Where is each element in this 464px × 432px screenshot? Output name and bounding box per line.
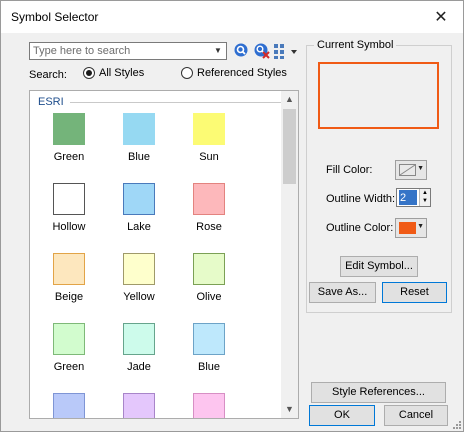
symbol-item-lilac[interactable] <box>107 393 167 418</box>
scroll-up-icon[interactable]: ▲ <box>281 91 298 108</box>
symbol-swatch <box>193 393 225 418</box>
referenced-styles-label: Referenced Styles <box>197 67 287 79</box>
symbol-swatch <box>123 393 155 418</box>
outline-color-swatch <box>399 222 416 234</box>
symbol-item-green[interactable]: Green <box>37 113 97 169</box>
symbol-swatch <box>193 183 225 215</box>
symbol-label: Hollow <box>52 221 86 233</box>
view-options-icon[interactable] <box>273 42 301 60</box>
reset-button[interactable]: Reset <box>382 282 447 303</box>
all-styles-radio[interactable]: All Styles <box>83 67 144 79</box>
all-styles-label: All Styles <box>99 67 145 79</box>
symbol-label: Jade <box>127 361 151 373</box>
symbol-item-blue[interactable]: Blue <box>107 113 167 169</box>
cancel-button[interactable]: Cancel <box>384 405 448 426</box>
current-symbol-title: Current Symbol <box>314 39 397 51</box>
symbol-item-rose[interactable]: Rose <box>177 183 237 239</box>
list-scrollbar[interactable]: ▲ ▼ <box>281 91 298 418</box>
current-symbol-preview <box>318 62 439 129</box>
symbol-swatch <box>53 253 85 285</box>
symbol-item-periwinkle[interactable] <box>37 393 97 418</box>
symbol-item-jade[interactable]: Jade <box>107 323 167 379</box>
spin-buttons[interactable]: ▲ ▼ <box>419 189 430 206</box>
scroll-down-icon[interactable]: ▼ <box>281 401 298 418</box>
symbol-label: Blue <box>127 151 151 163</box>
search-scope-label: Search: <box>29 69 67 81</box>
symbol-label: Rose <box>196 221 222 233</box>
symbol-label: Blue <box>197 361 221 373</box>
outline-color-label: Outline Color: <box>326 222 394 234</box>
symbol-swatch <box>193 323 225 355</box>
chevron-down-icon: ▼ <box>417 223 424 230</box>
window-title: Symbol Selector <box>11 10 99 24</box>
symbol-item-yellow[interactable]: Yellow <box>107 253 167 309</box>
symbol-label: Olive <box>196 291 222 303</box>
spin-up-icon[interactable]: ▲ <box>420 189 430 197</box>
symbol-swatch <box>53 183 85 215</box>
style-group-name: ESRI <box>38 96 64 108</box>
symbol-swatch <box>123 183 155 215</box>
search-input[interactable] <box>30 43 208 59</box>
style-group-header: ESRI <box>38 95 288 109</box>
symbol-label: Green <box>53 151 85 163</box>
radio-selected-icon <box>83 67 95 79</box>
outline-width-stepper[interactable]: ▲ ▼ <box>396 188 431 207</box>
outline-color-button[interactable]: ▼ <box>395 218 427 238</box>
symbol-item-blue-2[interactable]: Blue <box>177 323 237 379</box>
ok-button[interactable]: OK <box>309 405 375 426</box>
search-box[interactable]: ▼ <box>29 42 227 60</box>
no-color-icon <box>399 164 416 176</box>
close-button[interactable]: ✕ <box>419 1 463 32</box>
symbol-label: Yellow <box>123 291 155 303</box>
symbol-item-hollow[interactable]: Hollow <box>37 183 97 239</box>
symbol-label: Beige <box>54 291 84 303</box>
group-divider <box>69 101 288 103</box>
scrollbar-thumb[interactable] <box>283 109 296 184</box>
symbol-item-olive[interactable]: Olive <box>177 253 237 309</box>
symbol-swatch <box>193 253 225 285</box>
chevron-down-icon[interactable]: ▼ <box>212 45 224 57</box>
symbol-item-pink[interactable] <box>177 393 237 418</box>
save-as-button[interactable]: Save As... <box>309 282 376 303</box>
symbol-swatch <box>123 253 155 285</box>
symbol-label: Lake <box>127 221 151 233</box>
edit-symbol-button[interactable]: Edit Symbol... <box>340 256 418 277</box>
outline-width-input[interactable] <box>399 190 417 205</box>
close-icon: ✕ <box>434 8 448 26</box>
title-bar[interactable]: Symbol Selector ✕ <box>1 1 463 33</box>
symbol-item-sun[interactable]: Sun <box>177 113 237 169</box>
clear-search-icon[interactable] <box>253 42 271 60</box>
symbol-item-green-2[interactable]: Green <box>37 323 97 379</box>
referenced-styles-radio[interactable]: Referenced Styles <box>181 67 287 79</box>
symbol-swatch <box>123 113 155 145</box>
style-references-button[interactable]: Style References... <box>311 382 446 403</box>
symbol-list[interactable]: ESRI Green Blue Sun Hollow Lake Rose Bei… <box>29 90 299 419</box>
symbol-item-beige[interactable]: Beige <box>37 253 97 309</box>
fill-color-button[interactable]: ▼ <box>395 160 427 180</box>
symbol-swatch <box>53 323 85 355</box>
outline-width-label: Outline Width: <box>326 193 396 205</box>
spin-down-icon[interactable]: ▼ <box>420 197 430 205</box>
fill-color-label: Fill Color: <box>326 164 373 176</box>
symbol-swatch <box>193 113 225 145</box>
radio-unselected-icon <box>181 67 193 79</box>
chevron-down-icon: ▼ <box>417 165 424 172</box>
symbol-swatch <box>53 393 85 418</box>
resize-grip-icon[interactable] <box>452 420 462 430</box>
search-icon[interactable] <box>233 42 251 60</box>
symbol-swatch <box>53 113 85 145</box>
symbol-item-lake[interactable]: Lake <box>107 183 167 239</box>
symbol-swatch <box>123 323 155 355</box>
symbol-label: Green <box>53 361 85 373</box>
symbol-label: Sun <box>199 151 219 163</box>
